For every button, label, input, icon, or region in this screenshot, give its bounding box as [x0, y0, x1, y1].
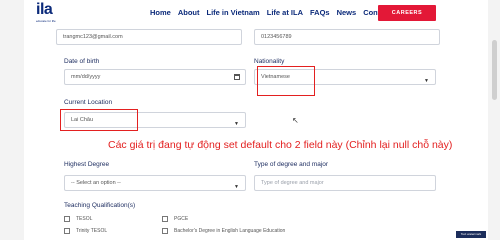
- scrollbar[interactable]: [488, 0, 500, 240]
- page-gutter-left: [0, 0, 24, 240]
- calendar-icon[interactable]: [234, 74, 240, 80]
- phone-field[interactable]: 0123456789: [254, 29, 440, 45]
- email-field[interactable]: trangmc123@gmail.com: [56, 29, 242, 45]
- nav-news[interactable]: News: [337, 8, 357, 17]
- nationality-label: Nationality: [254, 58, 285, 65]
- nav-life-at-ila[interactable]: Life at ILA: [267, 8, 303, 17]
- nav-about[interactable]: About: [178, 8, 200, 17]
- logo-text: ila: [36, 1, 53, 18]
- checkbox-pgce[interactable]: [162, 216, 168, 222]
- quals-label: Teaching Qualification(s): [64, 202, 136, 209]
- logo-tagline: educate for life: [36, 19, 56, 23]
- chevron-down-icon: ▼: [234, 184, 239, 190]
- phone-value: 0123456789: [261, 34, 292, 40]
- dob-placeholder: mm/dd/yyyy: [71, 74, 101, 80]
- dob-field[interactable]: mm/dd/yyyy: [64, 69, 246, 85]
- mouse-cursor-icon: ↖: [292, 116, 299, 125]
- chevron-down-icon: ▼: [424, 78, 429, 84]
- checkbox-label-pgce: PGCE: [174, 216, 189, 222]
- degree-type-placeholder: Type of degree and major: [261, 180, 324, 186]
- checkbox-bachelor-ele[interactable]: [162, 228, 168, 234]
- email-value: trangmc123@gmail.com: [63, 34, 123, 40]
- degree-select[interactable]: -- Select an option -- ▼: [64, 175, 246, 191]
- checkbox-label-bachelor-ele: Bachelor's Degree in English Language Ed…: [174, 228, 286, 234]
- dob-label: Date of birth: [64, 58, 100, 65]
- checkbox-label-tesol: TESOL: [76, 216, 93, 222]
- highlight-location: [60, 109, 138, 131]
- watermark-badge: Text watermark: [456, 231, 486, 238]
- checkbox-trinity-tesol[interactable]: [64, 228, 70, 234]
- chevron-down-icon: ▼: [234, 121, 239, 127]
- nav-home[interactable]: Home: [150, 8, 171, 17]
- degree-label: Highest Degree: [64, 161, 110, 168]
- main-nav: Home About Life in Vietnam Life at ILA F…: [150, 8, 391, 17]
- annotation-note: Các giá trị đang tự động set default cho…: [108, 139, 453, 151]
- nav-faqs[interactable]: FAQs: [310, 8, 330, 17]
- checkbox-tesol[interactable]: [64, 216, 70, 222]
- highlight-nationality: [257, 66, 315, 96]
- checkbox-label-trinity-tesol: Trinity TESOL: [76, 228, 108, 234]
- site-header: ila educate for life Home About Life in …: [24, 0, 488, 28]
- degree-type-label: Type of degree and major: [254, 161, 329, 168]
- location-label: Current Location: [64, 99, 113, 106]
- degree-value: -- Select an option --: [71, 180, 121, 186]
- careers-button[interactable]: CAREERS: [378, 5, 436, 21]
- degree-type-input[interactable]: Type of degree and major: [254, 175, 436, 191]
- scrollbar-thumb[interactable]: [492, 40, 497, 100]
- ila-logo[interactable]: ila educate for life: [36, 1, 56, 24]
- nav-life-in-vietnam[interactable]: Life in Vietnam: [207, 8, 260, 17]
